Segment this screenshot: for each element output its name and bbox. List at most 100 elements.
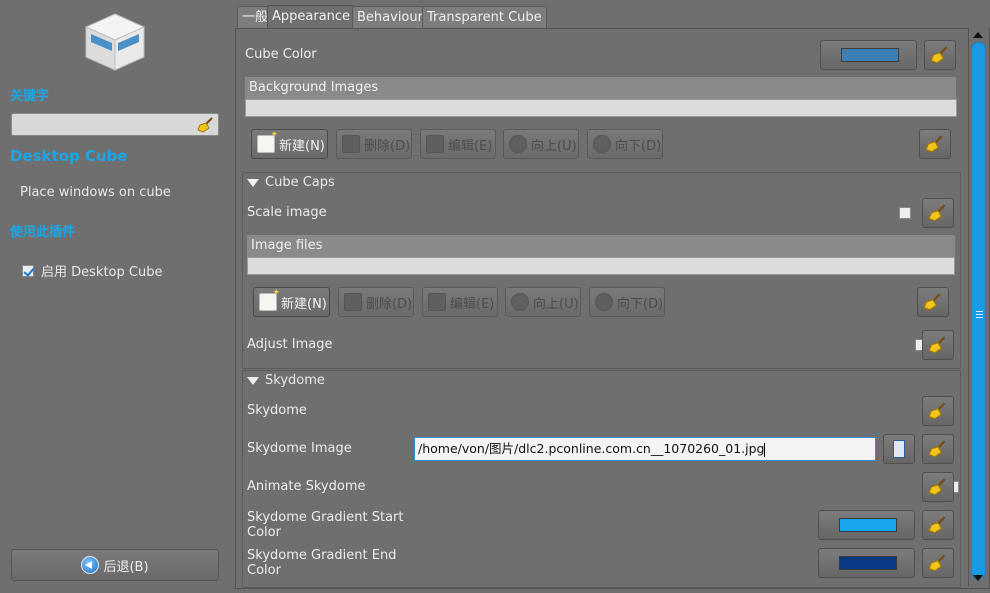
gradient-end-label: Skydome Gradient End Color — [247, 548, 396, 578]
reset-image-files-button[interactable] — [917, 287, 949, 317]
plugin-title: Desktop Cube — [10, 147, 128, 165]
scroll-up-arrow-icon[interactable] — [973, 32, 983, 38]
image-files-header: Image files — [247, 235, 955, 257]
scrollbar-thumb[interactable] — [971, 42, 986, 579]
cube-color-swatch — [841, 48, 899, 62]
caps-new-button[interactable]: 新建(N) — [253, 287, 330, 317]
reset-broom-icon — [928, 478, 946, 496]
gradient-start-label-line1: Skydome Gradient Start — [247, 510, 404, 525]
collapse-triangle-icon — [247, 376, 259, 385]
reset-broom-icon — [925, 135, 943, 153]
back-button[interactable]: 后退(B) — [11, 549, 219, 581]
caps-up-label: 向上(U) — [533, 296, 579, 312]
gradient-start-color-button[interactable] — [818, 510, 915, 540]
delete-icon — [344, 293, 362, 311]
bg-new-label: 新建(N) — [279, 138, 325, 154]
desktop-cube-logo-icon — [84, 13, 146, 71]
reset-gradient-start-button[interactable] — [922, 510, 954, 540]
reset-background-images-button[interactable] — [919, 129, 951, 159]
reset-broom-icon — [928, 204, 946, 222]
gradient-end-color-button[interactable] — [818, 548, 915, 578]
keyword-search-input[interactable] — [11, 113, 219, 136]
reset-skydome-image-button[interactable] — [922, 434, 954, 464]
skydome-title: Skydome — [265, 373, 325, 388]
background-images-header: Background Images — [245, 77, 956, 99]
bg-edit-button[interactable]: 编辑(E) — [420, 129, 496, 159]
reset-broom-icon — [928, 516, 946, 534]
vertical-scrollbar[interactable] — [968, 28, 988, 587]
reset-broom-icon — [930, 46, 948, 64]
bg-new-button[interactable]: 新建(N) — [251, 129, 328, 159]
reset-animate-skydome-button[interactable] — [922, 472, 954, 502]
caps-down-label: 向下(D) — [617, 296, 664, 312]
new-icon — [259, 288, 280, 311]
gradient-start-swatch — [839, 518, 897, 532]
reset-broom-icon — [928, 402, 946, 420]
skydome-toggle[interactable]: Skydome — [247, 373, 325, 388]
bg-up-label: 向上(U) — [531, 138, 577, 154]
gradient-end-swatch — [839, 556, 897, 570]
browse-skydome-image-button[interactable] — [883, 434, 915, 464]
enable-plugin-row[interactable]: 启用 Desktop Cube — [22, 261, 162, 280]
back-arrow-icon — [81, 556, 100, 574]
caps-delete-label: 删除(D) — [366, 296, 413, 312]
enable-plugin-label: 启用 Desktop Cube — [41, 265, 163, 280]
tab-transparent-cube[interactable]: Transparent Cube — [422, 6, 547, 29]
skydome-image-path-input[interactable]: /home/von/图片/dlc2.pconline.com.cn__10702… — [414, 437, 876, 461]
gradient-start-label: Skydome Gradient Start Color — [247, 510, 403, 540]
enable-plugin-checkbox[interactable] — [22, 264, 34, 277]
reset-cube-color-button[interactable] — [924, 40, 956, 70]
reset-scale-image-button[interactable] — [922, 198, 954, 228]
skydome-label: Skydome — [247, 403, 307, 418]
file-browse-icon — [893, 440, 905, 458]
bg-delete-label: 删除(D) — [364, 138, 411, 154]
edit-icon — [428, 293, 446, 311]
scale-image-checkbox[interactable] — [899, 207, 911, 219]
plugin-sidebar: 关键字 Desktop Cube Place windows on cube 使… — [0, 0, 232, 593]
arrow-down-icon — [595, 293, 613, 311]
bg-up-button[interactable]: 向上(U) — [503, 129, 579, 159]
caps-edit-label: 编辑(E) — [450, 296, 495, 312]
bg-delete-button[interactable]: 删除(D) — [336, 129, 412, 159]
caps-new-label: 新建(N) — [281, 296, 327, 312]
caps-edit-button[interactable]: 编辑(E) — [422, 287, 498, 317]
tab-behaviour[interactable]: Behaviour — [352, 6, 428, 29]
gradient-end-label-line2: Color — [247, 563, 281, 578]
collapse-triangle-icon — [247, 178, 259, 187]
bg-edit-label: 编辑(E) — [448, 138, 493, 154]
reset-gradient-end-button[interactable] — [922, 548, 954, 578]
cube-color-label: Cube Color — [245, 47, 317, 62]
scroll-down-arrow-icon[interactable] — [973, 575, 983, 581]
clear-broom-icon[interactable] — [197, 116, 215, 134]
delete-icon — [342, 135, 360, 153]
tab-appearance[interactable]: Appearance — [267, 5, 356, 29]
plugin-description: Place windows on cube — [20, 185, 171, 200]
image-files-list[interactable] — [247, 257, 955, 275]
caps-down-button[interactable]: 向下(D) — [589, 287, 665, 317]
cube-color-button[interactable] — [820, 40, 917, 70]
skydome-image-path-value: /home/von/图片/dlc2.pconline.com.cn__10702… — [418, 441, 765, 456]
keyword-heading: 关键字 — [10, 89, 50, 104]
arrow-up-icon — [511, 293, 529, 311]
reset-broom-icon — [928, 336, 946, 354]
background-images-list[interactable] — [245, 99, 957, 117]
scroll-grip-icon — [976, 311, 983, 312]
appearance-pane: Cube Color Background Images 新建(N) 删除(D)… — [235, 28, 990, 589]
bg-down-button[interactable]: 向下(D) — [587, 129, 663, 159]
gradient-start-label-line2: Color — [247, 525, 281, 540]
cube-caps-title: Cube Caps — [265, 175, 335, 190]
arrow-down-icon — [593, 135, 611, 153]
use-plugin-heading: 使用此插件 — [10, 225, 76, 240]
animate-skydome-label: Animate Skydome — [247, 479, 366, 494]
scale-image-label: Scale image — [247, 205, 327, 220]
reset-adjust-image-button[interactable] — [922, 330, 954, 360]
bg-down-label: 向下(D) — [615, 138, 662, 154]
reset-broom-icon — [923, 293, 941, 311]
skydome-image-label: Skydome Image — [247, 441, 352, 456]
reset-skydome-button[interactable] — [922, 396, 954, 426]
settings-panel: 一般 Appearance Behaviour Transparent Cube… — [235, 0, 990, 593]
caps-delete-button[interactable]: 删除(D) — [338, 287, 414, 317]
reset-broom-icon — [928, 440, 946, 458]
caps-up-button[interactable]: 向上(U) — [505, 287, 581, 317]
cube-caps-toggle[interactable]: Cube Caps — [247, 175, 335, 190]
